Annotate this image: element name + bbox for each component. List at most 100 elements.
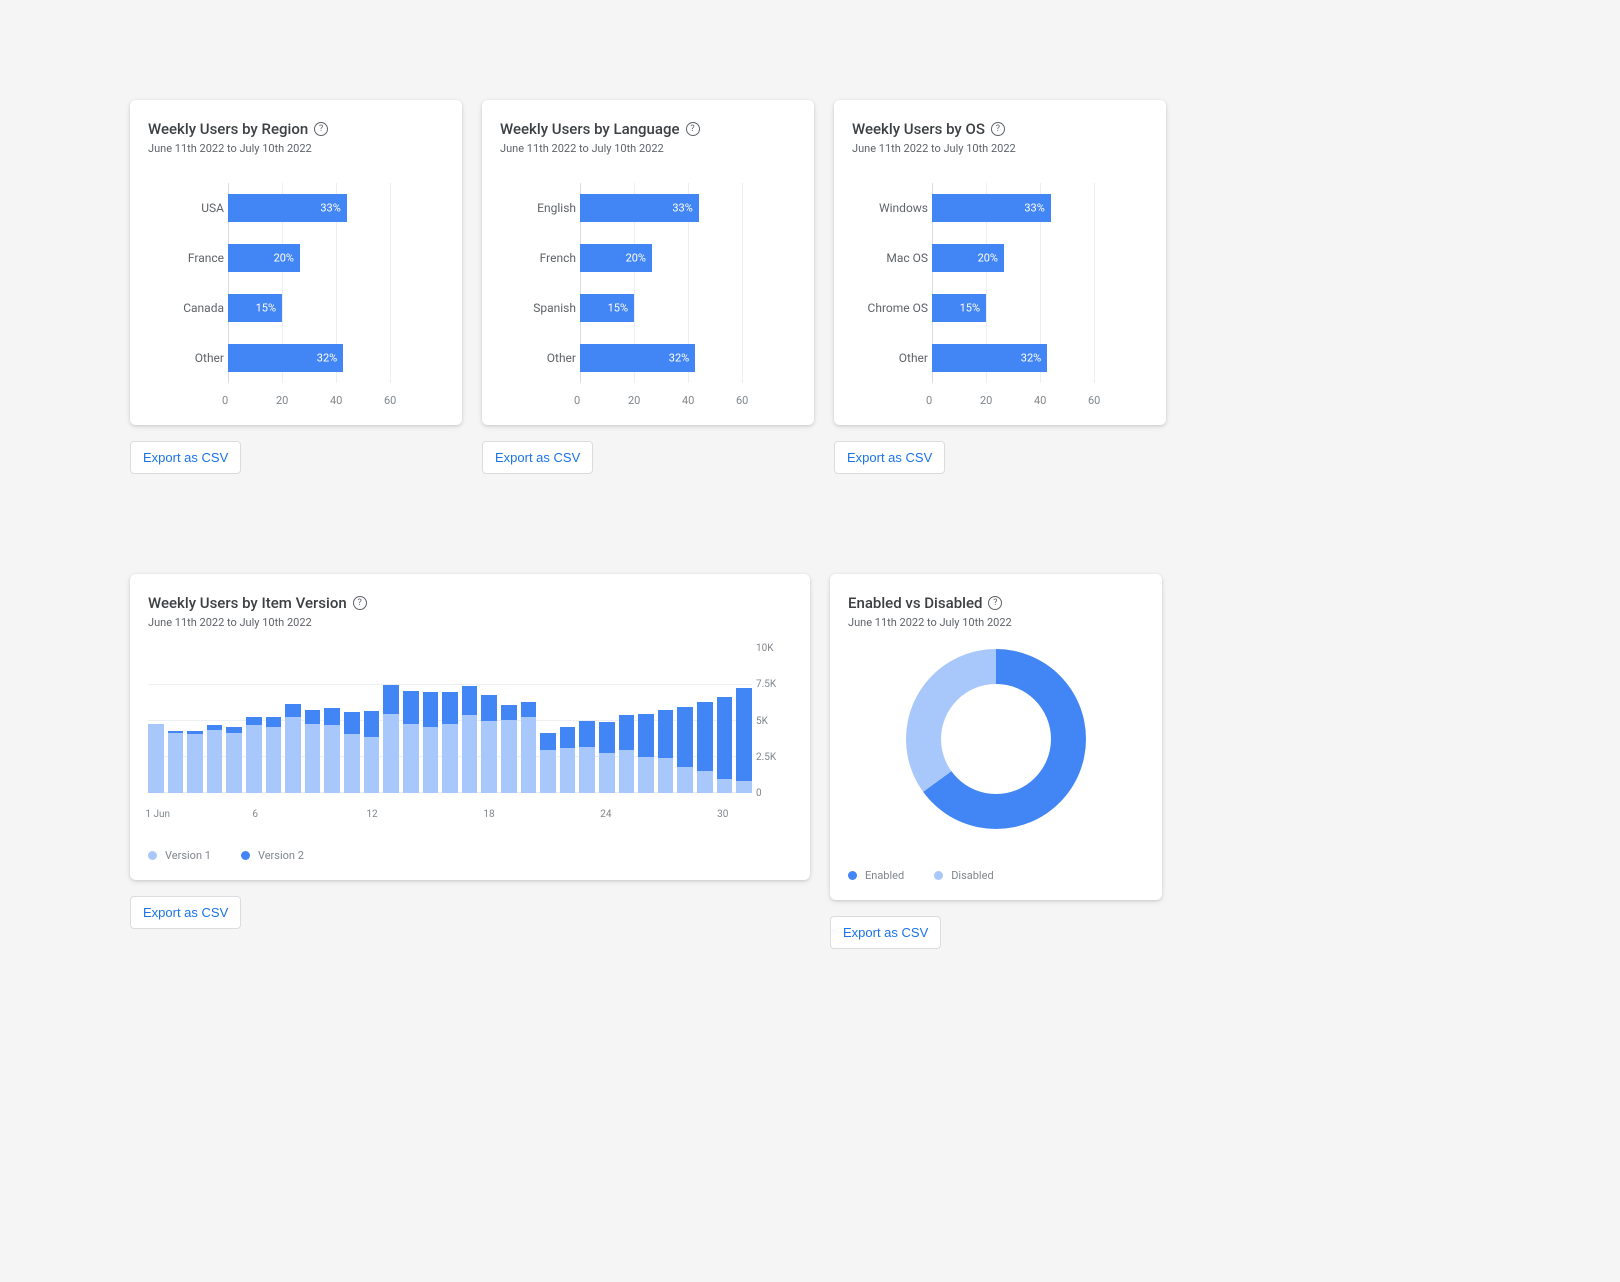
- legend-label: Version 2: [258, 849, 304, 862]
- axis-tick-label: 60: [1088, 394, 1142, 407]
- help-icon[interactable]: ?: [686, 122, 700, 136]
- bar-value-label: 32%: [1021, 352, 1041, 365]
- help-icon[interactable]: ?: [353, 596, 367, 610]
- bar: 20%: [580, 244, 652, 272]
- version-column: Weekly Users by Item Version ? June 11th…: [130, 574, 810, 949]
- axis-tick-label: 0: [574, 394, 628, 407]
- stacked-bar: [736, 688, 752, 793]
- stacked-bar: [599, 722, 615, 793]
- stacked-bar: [481, 695, 497, 793]
- chart-version: 02.5K5K7.5K10K 1 Jun612182430: [148, 649, 792, 809]
- card-title-row: Weekly Users by Region ?: [148, 120, 444, 138]
- row-bottom: Weekly Users by Item Version ? June 11th…: [130, 574, 1490, 949]
- stacked-bar: [148, 724, 164, 793]
- region-column: Weekly Users by Region ? June 11th 2022 …: [130, 100, 462, 474]
- axis-tick-label: 6: [252, 809, 258, 820]
- stacked-bar: [168, 731, 184, 793]
- axis-tick-label: 7.5K: [756, 679, 792, 690]
- help-icon[interactable]: ?: [991, 122, 1005, 136]
- export-csv-button[interactable]: Export as CSV: [130, 896, 241, 929]
- card-title: Weekly Users by Region: [148, 120, 308, 138]
- help-icon[interactable]: ?: [314, 122, 328, 136]
- card-version: Weekly Users by Item Version ? June 11th…: [130, 574, 810, 880]
- axis-tick-label: 40: [330, 394, 384, 407]
- card-enabled: Enabled vs Disabled ? June 11th 2022 to …: [830, 574, 1162, 900]
- legend-dot-icon: [848, 871, 857, 880]
- bar-category-label: Other: [852, 351, 928, 365]
- bar-category-label: Chrome OS: [852, 301, 928, 315]
- stacked-bar: [501, 705, 517, 793]
- stacked-bar: [540, 733, 556, 793]
- card-title: Enabled vs Disabled: [848, 594, 982, 612]
- date-range: June 11th 2022 to July 10th 2022: [148, 142, 444, 155]
- export-csv-button[interactable]: Export as CSV: [130, 441, 241, 474]
- axis-tick-label: 40: [682, 394, 736, 407]
- axis-tick-label: 2.5K: [756, 752, 792, 763]
- bar: 32%: [580, 344, 695, 372]
- chart-enabled: [848, 649, 1144, 829]
- stacked-bar: [305, 710, 321, 794]
- stacked-bar: [344, 712, 360, 793]
- stacked-bar: [383, 685, 399, 793]
- stacked-bar: [403, 691, 419, 793]
- stacked-bar: [423, 692, 439, 793]
- stacked-bar: [207, 725, 223, 793]
- chart-language: EnglishFrenchSpanishOther33%20%15%32%020…: [500, 183, 796, 407]
- axis-tick-label: 40: [1034, 394, 1088, 407]
- bar-value-label: 20%: [274, 252, 294, 265]
- bar: 15%: [580, 294, 634, 322]
- bar: 33%: [932, 194, 1051, 222]
- legend-dot-icon: [934, 871, 943, 880]
- card-title-row: Weekly Users by Item Version ?: [148, 594, 792, 612]
- legend-item-enabled: Enabled: [848, 869, 904, 882]
- axis-tick-label: 18: [483, 809, 494, 820]
- stacked-bar: [266, 717, 282, 793]
- card-os: Weekly Users by OS ? June 11th 2022 to J…: [834, 100, 1166, 425]
- export-csv-button[interactable]: Export as CSV: [834, 441, 945, 474]
- bar-value-label: 15%: [608, 302, 628, 315]
- legend-dot-icon: [241, 851, 250, 860]
- os-column: Weekly Users by OS ? June 11th 2022 to J…: [834, 100, 1166, 474]
- stacked-bar: [364, 711, 380, 793]
- axis-tick-label: 5K: [756, 716, 792, 727]
- bar-value-label: 33%: [320, 202, 340, 215]
- bar-category-label: French: [500, 251, 576, 265]
- bar-category-label: USA: [148, 201, 224, 215]
- date-range: June 11th 2022 to July 10th 2022: [848, 616, 1144, 629]
- stacked-bar: [658, 710, 674, 794]
- axis-tick-label: 30: [717, 809, 728, 820]
- help-icon[interactable]: ?: [988, 596, 1002, 610]
- bar-category-label: English: [500, 201, 576, 215]
- bar: 20%: [228, 244, 300, 272]
- card-language: Weekly Users by Language ? June 11th 202…: [482, 100, 814, 425]
- stacked-bar: [187, 731, 203, 793]
- date-range: June 11th 2022 to July 10th 2022: [852, 142, 1148, 155]
- axis-tick-label: 20: [980, 394, 1034, 407]
- legend-label: Version 1: [165, 849, 211, 862]
- axis-tick-label: 60: [384, 394, 438, 407]
- legend-label: Disabled: [951, 869, 993, 882]
- axis-tick-label: 1 Jun: [145, 809, 170, 820]
- stacked-bar: [697, 702, 713, 793]
- chart-os: WindowsMac OSChrome OSOther33%20%15%32%0…: [852, 183, 1148, 407]
- stacked-bar: [717, 697, 733, 793]
- bar: 33%: [580, 194, 699, 222]
- export-csv-button[interactable]: Export as CSV: [830, 916, 941, 949]
- card-title: Weekly Users by Language: [500, 120, 680, 138]
- bar: 33%: [228, 194, 347, 222]
- legend-item-version2: Version 2: [241, 849, 304, 862]
- axis-tick-label: 12: [366, 809, 377, 820]
- stacked-bar: [462, 686, 478, 793]
- stacked-bar: [442, 692, 458, 793]
- stacked-bar: [619, 715, 635, 793]
- export-csv-button[interactable]: Export as CSV: [482, 441, 593, 474]
- bar: 15%: [228, 294, 282, 322]
- chart-legend: Version 1 Version 2: [148, 849, 792, 862]
- stacked-bar: [638, 714, 654, 793]
- card-title-row: Weekly Users by OS ?: [852, 120, 1148, 138]
- bar-category-label: France: [148, 251, 224, 265]
- stacked-bar: [285, 704, 301, 793]
- card-title-row: Enabled vs Disabled ?: [848, 594, 1144, 612]
- bar-category-label: Other: [148, 351, 224, 365]
- axis-tick-label: 10K: [756, 643, 792, 654]
